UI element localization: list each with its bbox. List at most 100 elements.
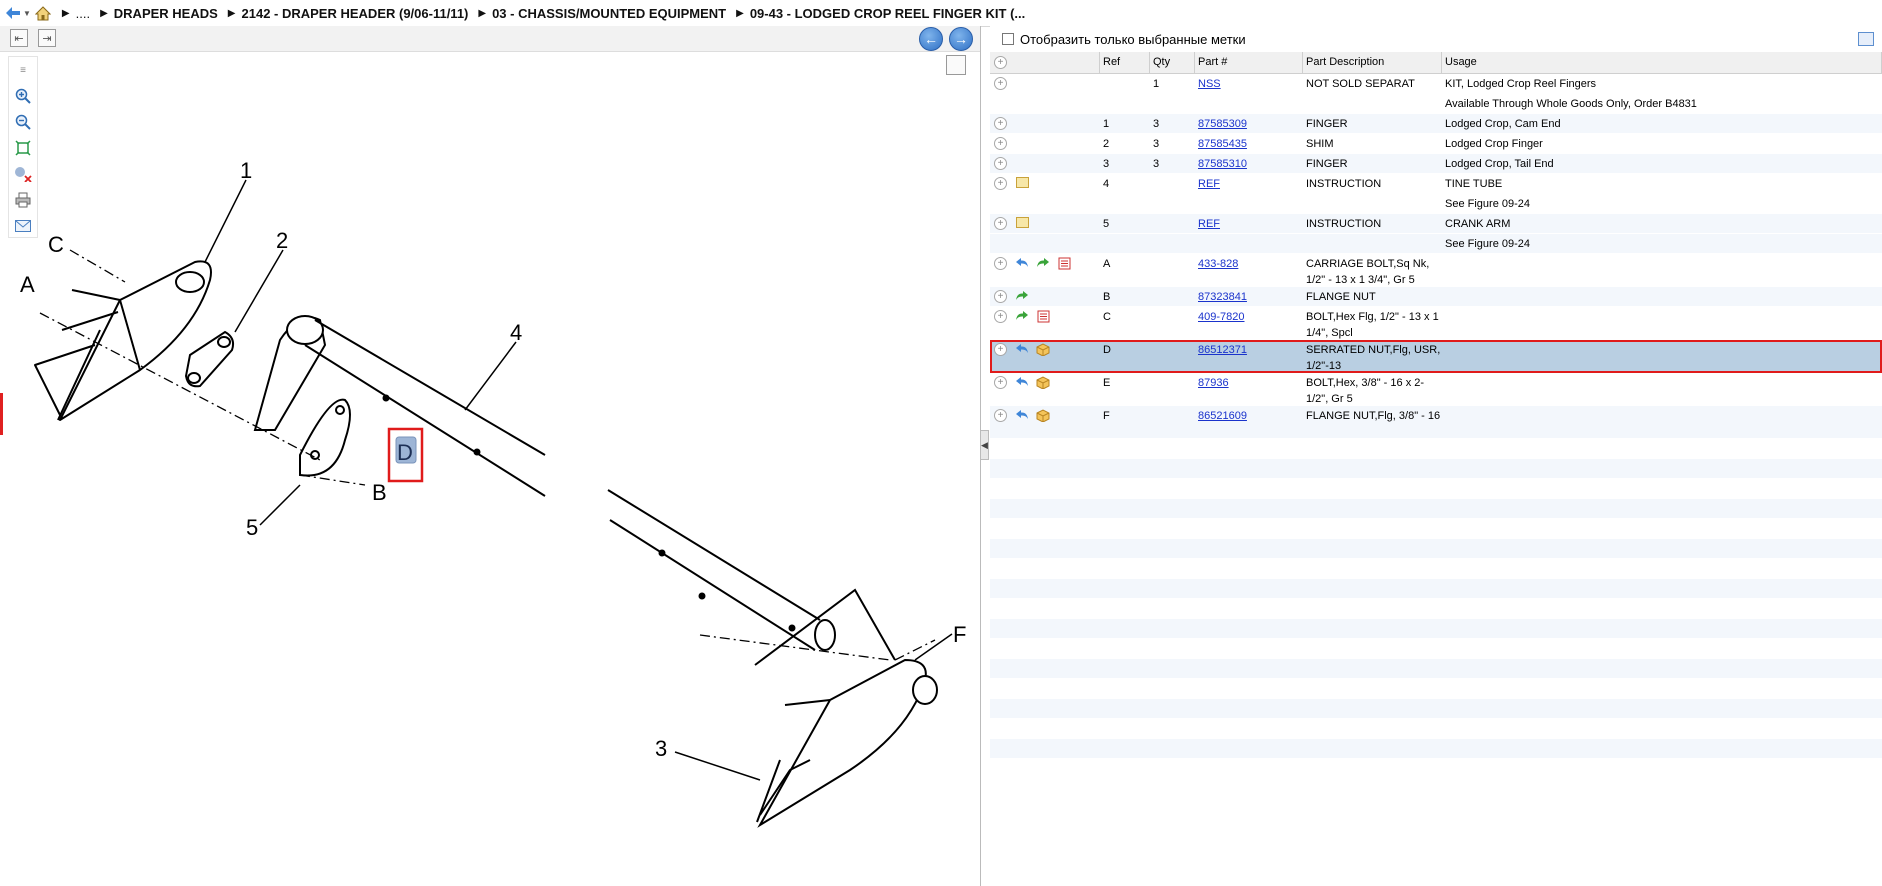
part-number-link-text[interactable]: 87585309	[1198, 118, 1247, 130]
table-row[interactable]: + C 409-7820 BOLT,Hex Flg, 1/2" - 13 x 1 1/…	[990, 307, 1882, 340]
row-select-cell[interactable]: +	[990, 406, 1100, 438]
add-to-cart-icon[interactable]: +	[994, 77, 1007, 90]
back-arrow-icon[interactable]	[1015, 409, 1029, 423]
back-arrow-icon[interactable]	[1015, 257, 1029, 271]
callout-3[interactable]: 3	[655, 736, 667, 761]
usage-header[interactable]: Usage	[1442, 52, 1882, 73]
row-select-cell[interactable]: +	[990, 254, 1100, 286]
add-to-cart-icon[interactable]: +	[994, 376, 1007, 389]
row-select-cell[interactable]	[990, 194, 1100, 213]
note-icon[interactable]	[1015, 217, 1029, 231]
row-select-cell[interactable]	[990, 234, 1100, 253]
table-row[interactable]: + B 87323841 FLANGE NUT	[990, 287, 1882, 307]
qty-header[interactable]: Qty	[1150, 52, 1195, 73]
table-row[interactable]: + E 87936 BOLT,Hex, 3/8" - 16 x 2-1/2", Gr …	[990, 373, 1882, 406]
previous-figure-button[interactable]: ←	[919, 27, 943, 51]
breadcrumb-item-current[interactable]: 09-43 - LODGED CROP REEL FINGER KIT (...	[750, 6, 1025, 21]
ref-header[interactable]: Ref	[1100, 52, 1150, 73]
row-select-cell[interactable]: +	[990, 154, 1100, 173]
part-number-link-text[interactable]: 409-7820	[1198, 311, 1245, 323]
part-number-link-text[interactable]: 87585310	[1198, 158, 1247, 170]
callout-2[interactable]: 2	[276, 228, 288, 253]
table-row-selected[interactable]: + D 86512371 SERRATED NUT,Flg, USR, 1/2"-13	[990, 340, 1882, 373]
callout-f[interactable]: F	[953, 622, 966, 647]
part-number-link[interactable]: 409-7820	[1195, 307, 1303, 339]
add-to-cart-icon[interactable]: +	[994, 117, 1007, 130]
add-to-cart-icon[interactable]: +	[994, 157, 1007, 170]
part-number-link-text[interactable]: 87323841	[1198, 291, 1247, 303]
part-number-link[interactable]: 86512371	[1195, 340, 1303, 372]
add-to-cart-icon[interactable]: +	[994, 290, 1007, 303]
table-row[interactable]: +1 3 87585309 FINGER Lodged Crop, Cam End	[990, 114, 1882, 134]
callout-d[interactable]: D	[397, 440, 413, 465]
row-select-cell[interactable]: +	[990, 174, 1100, 193]
row-select-cell[interactable]: +	[990, 74, 1100, 93]
part-number-link[interactable]: 87585310	[1195, 154, 1303, 173]
list-icon[interactable]	[1036, 310, 1050, 324]
part-number-link-text[interactable]: 433-828	[1198, 258, 1238, 270]
part-number-link-text[interactable]: 87585435	[1198, 138, 1247, 150]
table-row[interactable]: +1 NSS NOT SOLD SEPARAT KIT, Lodged Crop Re…	[990, 74, 1882, 94]
show-selected-checkbox[interactable]	[1002, 33, 1014, 45]
part-number-link[interactable]: REF	[1195, 214, 1303, 233]
part-number-link-text[interactable]: REF	[1198, 178, 1220, 190]
table-row[interactable]: See Figure 09-24	[990, 194, 1882, 214]
part-header[interactable]: Part #	[1195, 52, 1303, 73]
part-number-link[interactable]: 433-828	[1195, 254, 1303, 286]
part-number-link-text[interactable]: 86521609	[1198, 410, 1247, 422]
row-select-cell[interactable]: +	[990, 307, 1100, 339]
list-view-icon[interactable]	[1858, 32, 1874, 46]
panel-splitter[interactable]: ◀	[980, 430, 989, 460]
select-all-column[interactable]: +	[990, 52, 1100, 73]
callout-b[interactable]: B	[372, 480, 387, 505]
note-icon[interactable]	[1015, 177, 1029, 191]
back-arrow-icon[interactable]	[1015, 376, 1029, 390]
part-number-link[interactable]: REF	[1195, 174, 1303, 193]
box-icon[interactable]	[1036, 409, 1050, 423]
add-to-cart-icon[interactable]: +	[994, 177, 1007, 190]
forward-arrow-icon[interactable]	[1015, 310, 1029, 324]
row-select-cell[interactable]: +	[990, 340, 1100, 372]
dropdown-icon[interactable]: ▼	[23, 9, 31, 18]
box-icon[interactable]	[1036, 343, 1050, 357]
callout-a[interactable]: A	[20, 272, 35, 297]
part-number-link[interactable]: 87936	[1195, 373, 1303, 405]
add-to-cart-icon[interactable]: +	[994, 409, 1007, 422]
table-row[interactable]: +2 3 87585435 SHIM Lodged Crop Finger	[990, 134, 1882, 154]
parts-diagram[interactable]: 1 2 3 4 5 A B C F D	[0, 52, 978, 886]
callout-1[interactable]: 1	[240, 158, 252, 183]
table-row[interactable]: + F 86521609 FLANGE NUT,Flg, 3/8" - 16	[990, 406, 1882, 439]
list-icon[interactable]	[1057, 257, 1071, 271]
next-page-icon[interactable]: ⇥	[38, 29, 56, 47]
breadcrumb-item-root[interactable]: ....	[76, 6, 90, 21]
part-number-link[interactable]: 87585435	[1195, 134, 1303, 153]
table-row[interactable]: + A 433-828 CARRIAGE BOLT,Sq Nk, 1/2" - 13 …	[990, 254, 1882, 287]
part-number-link-text[interactable]: REF	[1198, 218, 1220, 230]
add-to-cart-icon[interactable]: +	[994, 257, 1007, 270]
table-row[interactable]: +3 3 87585310 FINGER Lodged Crop, Tail End	[990, 154, 1882, 174]
forward-arrow-icon[interactable]	[1015, 290, 1029, 304]
callout-5[interactable]: 5	[246, 515, 258, 540]
row-select-cell[interactable]: +	[990, 134, 1100, 153]
row-select-cell[interactable]: +	[990, 287, 1100, 306]
row-select-cell[interactable]: +	[990, 114, 1100, 133]
part-number-link-text[interactable]: 86512371	[1198, 344, 1247, 356]
callout-c[interactable]: C	[48, 232, 64, 257]
add-to-cart-icon[interactable]: +	[994, 217, 1007, 230]
back-arrow-icon[interactable]	[1015, 343, 1029, 357]
add-to-cart-icon[interactable]: +	[994, 137, 1007, 150]
row-select-cell[interactable]: +	[990, 214, 1100, 233]
add-to-cart-icon[interactable]: +	[994, 343, 1007, 356]
row-select-cell[interactable]	[990, 94, 1100, 113]
prev-page-icon[interactable]: ⇤	[10, 29, 28, 47]
add-to-cart-icon[interactable]: +	[994, 310, 1007, 323]
table-row[interactable]: +4 REF INSTRUCTION TINE TUBE	[990, 174, 1882, 194]
table-row[interactable]: See Figure 09-24	[990, 234, 1882, 254]
part-number-link[interactable]: 86521609	[1195, 406, 1303, 438]
table-row[interactable]: Available Through Whole Goods Only, Orde…	[990, 94, 1882, 114]
breadcrumb-item-draper-heads[interactable]: DRAPER HEADS	[114, 6, 218, 21]
part-number-link-text[interactable]: NSS	[1198, 78, 1221, 90]
breadcrumb-item-chassis[interactable]: 03 - CHASSIS/MOUNTED EQUIPMENT	[492, 6, 726, 21]
table-row[interactable]: +5 REF INSTRUCTION CRANK ARM	[990, 214, 1882, 234]
breadcrumb-item-draper-header[interactable]: 2142 - DRAPER HEADER (9/06-11/11)	[242, 6, 469, 21]
